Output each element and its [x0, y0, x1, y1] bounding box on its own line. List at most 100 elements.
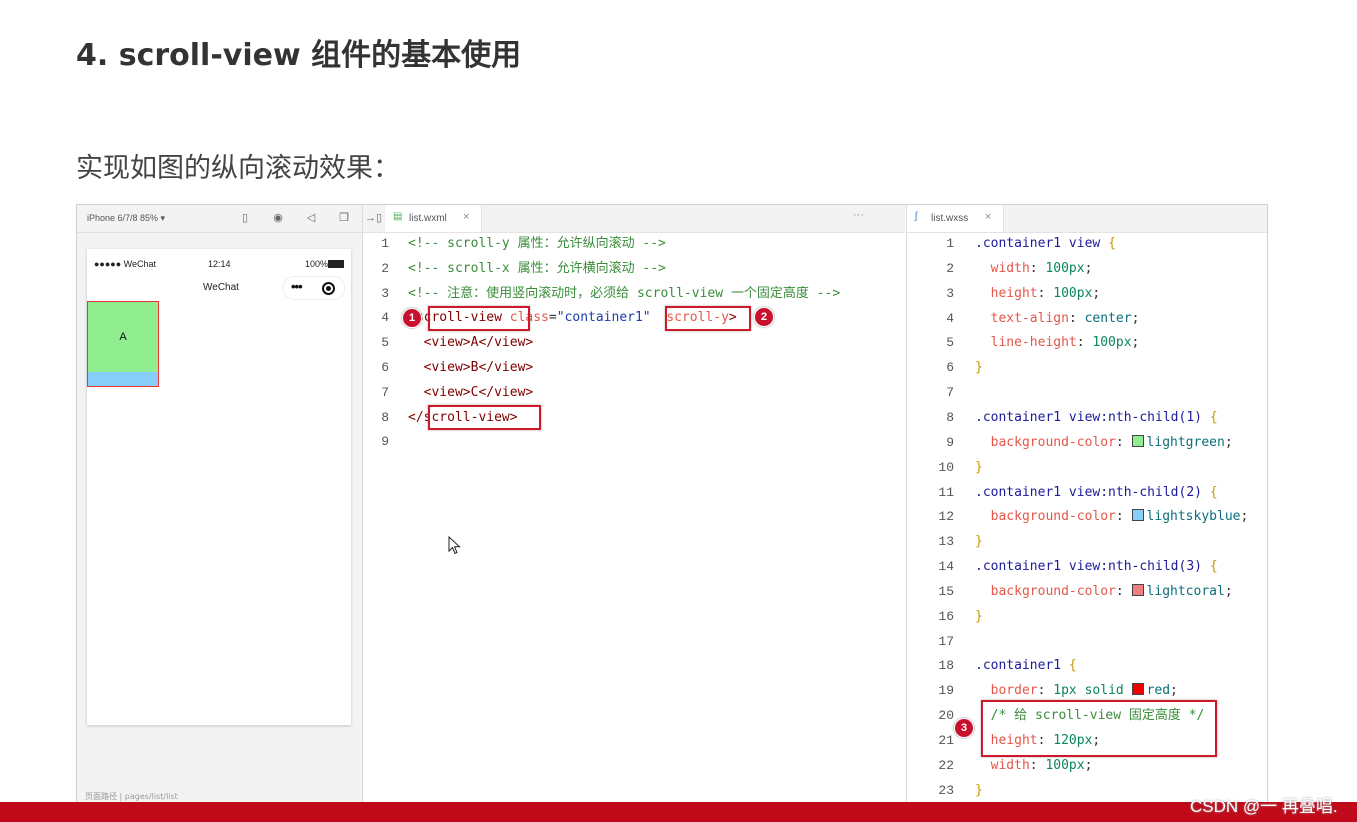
css-value: 100px — [1045, 260, 1085, 276]
css-brace: } — [975, 459, 983, 475]
view-b — [88, 372, 158, 386]
line-text: <view>A</view> — [408, 331, 534, 355]
line-number: 19 — [938, 683, 954, 699]
line-text: background-color: lightskyblue; — [975, 505, 1248, 529]
code-line: 7 <view>C</view> — [363, 381, 903, 405]
css-value: red — [1146, 683, 1171, 699]
page-subtitle: 实现如图的纵向滚动效果： — [76, 153, 400, 184]
simulator-toolbar: iPhone 6/7/8 85% ▾ ▯ ◉ ◁ ❐ — [77, 205, 362, 233]
code-line: 1 .container1 view { — [907, 232, 1267, 256]
line-text: } — [975, 356, 983, 380]
line-text: .container1 view:nth-child(1) { — [975, 406, 1218, 430]
line-text: <view>B</view> — [408, 356, 534, 380]
tab-list-wxss[interactable]: ʃ list.wxss × — [907, 205, 1004, 232]
tab-label: list.wxss — [931, 213, 969, 224]
code-comment: <!-- scroll-y 属性：允许纵向滚动 --> — [408, 236, 666, 251]
css-property: width — [990, 260, 1030, 276]
code-line: 3 <!-- 注意：使用竖向滚动时，必须给 scroll-view 一个固定高度 … — [363, 282, 903, 306]
code-line: 1 <!-- scroll-y 属性：允许纵向滚动 --> — [363, 232, 903, 256]
line-text: } — [975, 605, 983, 629]
code-line: 11 .container1 view:nth-child(2) { — [907, 481, 1267, 505]
editor-tabbar: ʃ list.wxss × — [907, 205, 1267, 233]
line-number: 1 — [381, 236, 389, 251]
line-number: 9 — [381, 434, 389, 450]
line-number: 8 — [381, 409, 389, 425]
line-number: 12 — [938, 509, 954, 525]
line-text: .container1 view:nth-child(3) { — [975, 555, 1218, 579]
more-icon[interactable]: ··· — [853, 209, 864, 221]
more-icon[interactable]: ••• — [291, 279, 303, 294]
line-number: 4 — [381, 310, 389, 326]
record-icon[interactable]: ◉ — [271, 211, 285, 225]
line-number: 3 — [381, 285, 389, 301]
code-string: "container1" — [556, 310, 651, 326]
css-brace: { — [1209, 409, 1218, 425]
line-text: .container1 view:nth-child(2) { — [975, 481, 1218, 505]
css-property: width — [990, 757, 1030, 773]
css-brace: } — [975, 782, 983, 798]
sound-icon[interactable]: ◁ — [304, 211, 318, 225]
line-number: 20 — [938, 708, 954, 724]
css-brace: } — [975, 608, 983, 624]
code-punc: : — [1029, 260, 1046, 276]
code-line: 22 width: 100px; — [907, 754, 1267, 778]
line-text: line-height: 100px; — [975, 331, 1140, 355]
collapse-icon[interactable]: →▯ — [365, 211, 382, 225]
code-punc: ; — [1224, 583, 1233, 599]
tab-list-wxml[interactable]: ▤ list.wxml × — [385, 205, 482, 232]
code-line: 13} — [907, 530, 1267, 554]
code-punc: : — [1115, 583, 1132, 599]
line-number: 21 — [938, 733, 954, 748]
line-text: background-color: lightcoral; — [975, 580, 1233, 604]
code-punc: : — [1115, 434, 1132, 450]
css-property: background-color — [990, 509, 1116, 525]
scroll-view-preview[interactable]: A — [87, 301, 159, 387]
code-line: 5 <view>A</view> — [363, 331, 903, 355]
close-icon[interactable]: × — [985, 211, 991, 223]
window-icon[interactable]: ❐ — [337, 211, 351, 225]
color-swatch-icon — [1131, 683, 1144, 696]
code-punc: ; — [1084, 757, 1093, 773]
line-number: 9 — [946, 434, 954, 450]
code-punc: : — [1037, 285, 1054, 301]
wxml-editor: →▯ ▤ list.wxml × ··· 1 <!-- scroll-y 属性：允… — [363, 205, 905, 803]
close-capsule-icon[interactable] — [322, 282, 335, 295]
css-selector: .container1 — [975, 658, 1069, 674]
css-property: line-height — [990, 335, 1077, 351]
code-line: 2 width: 100px; — [907, 257, 1267, 281]
badge-3: 3 — [954, 718, 974, 738]
line-number: 3 — [946, 285, 954, 301]
code-punc: ; — [1131, 310, 1140, 326]
css-property: background-color — [990, 583, 1116, 599]
css-selector: .container1 view:nth-child(3) — [975, 559, 1210, 575]
status-battery-text: 100% — [305, 259, 329, 269]
line-number: 13 — [938, 534, 954, 550]
css-property: height — [990, 285, 1038, 301]
bottom-bar — [0, 802, 1357, 822]
phone-icon[interactable]: ▯ — [238, 211, 252, 225]
code-punc: ; — [1224, 434, 1233, 450]
line-number: 15 — [938, 583, 954, 599]
code-punc: ; — [1084, 260, 1093, 276]
capsule-menu[interactable]: ••• — [283, 276, 345, 300]
css-brace: { — [1209, 484, 1218, 500]
highlight-scroll-view-tag — [428, 306, 530, 331]
watermark: CSDN @一 再叠唱. — [1190, 797, 1338, 816]
device-select[interactable]: iPhone 6/7/8 85% ▾ — [87, 213, 165, 224]
code-line: 16} — [907, 605, 1267, 629]
line-text: <!-- scroll-y 属性：允许纵向滚动 --> — [408, 232, 666, 256]
line-text: background-color: lightgreen; — [975, 431, 1233, 455]
code-line: 4 text-align: center; — [907, 307, 1267, 331]
css-selector: .container1 view — [975, 236, 1109, 251]
line-text: } — [975, 779, 983, 803]
color-swatch-icon — [1131, 434, 1144, 447]
css-brace: { — [1108, 236, 1116, 251]
close-icon[interactable]: × — [463, 211, 469, 223]
css-brace: { — [1209, 559, 1218, 575]
line-number: 4 — [946, 310, 954, 326]
css-value: 100px — [1053, 285, 1093, 301]
